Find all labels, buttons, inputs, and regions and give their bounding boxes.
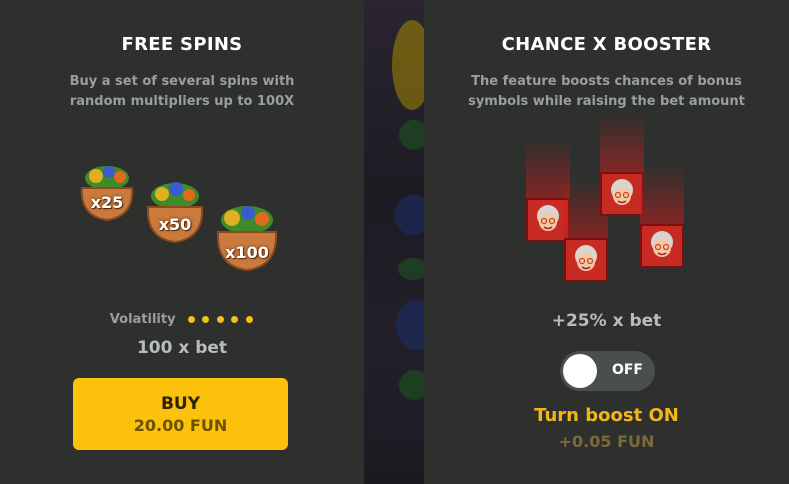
slot-reel-background: [364, 0, 424, 484]
free-spins-title: FREE SPINS: [121, 34, 243, 55]
granny-symbol: [640, 164, 684, 268]
granny-face-icon: [575, 245, 597, 271]
volatility-dots: [186, 312, 254, 327]
volatility-row: Volatility: [0, 312, 364, 327]
chance-booster-title: CHANCE X BOOSTER: [501, 34, 712, 55]
bag-x100: x100: [210, 200, 284, 274]
turn-boost-label: Turn boost ON: [534, 405, 679, 426]
chance-booster-description-line2: symbols while raising the bet amount: [468, 94, 745, 109]
volatility-dot: [245, 316, 253, 323]
volatility-label: Volatility: [109, 312, 176, 327]
buy-button-label: BUY: [160, 393, 201, 414]
bag-x50-label: x50: [158, 215, 192, 234]
volatility-dot: [187, 316, 195, 323]
granny-face-icon: [537, 205, 559, 231]
volatility-dot: [202, 316, 210, 323]
free-spins-panel: FREE SPINS Buy a set of several spins wi…: [0, 0, 364, 484]
chance-booster-panel: CHANCE X BOOSTER The feature boosts chan…: [424, 0, 789, 484]
bag-x100-label: x100: [225, 243, 269, 262]
free-spins-description-line2: random multipliers up to 100X: [69, 94, 295, 109]
bag-x25: x25: [74, 158, 140, 224]
granny-face-icon: [651, 231, 673, 257]
chance-booster-description-line1: The feature boosts chances of bonus: [471, 74, 742, 89]
free-spins-description-line1: Buy a set of several spins with: [69, 74, 295, 89]
chance-booster-description: The feature boosts chances of bonus symb…: [464, 72, 749, 112]
granny-face-icon: [611, 179, 633, 205]
free-spins-description: Buy a set of several spins with random m…: [40, 72, 324, 112]
volatility-dot: [231, 316, 239, 323]
buy-button-price: 20.00 FUN: [133, 415, 228, 435]
multiplier-bags: x25 x50 x100: [70, 150, 300, 290]
buy-free-spins-button[interactable]: BUY 20.00 FUN: [73, 378, 288, 450]
bag-x50: x50: [140, 176, 210, 246]
boost-cost: +0.05 FUN: [558, 432, 655, 451]
bag-x25-label: x25: [90, 193, 124, 212]
volatility-dot: [216, 316, 224, 323]
free-spins-price-multiplier: 100 x bet: [136, 338, 228, 358]
boost-toggle[interactable]: OFF: [560, 351, 655, 391]
toggle-knob: [563, 354, 597, 388]
toggle-state-label: OFF: [611, 362, 643, 378]
bet-increase-text: +25% x bet: [551, 311, 662, 331]
bonus-symbols-illustration: [524, 112, 694, 298]
granny-symbol: [600, 112, 644, 216]
